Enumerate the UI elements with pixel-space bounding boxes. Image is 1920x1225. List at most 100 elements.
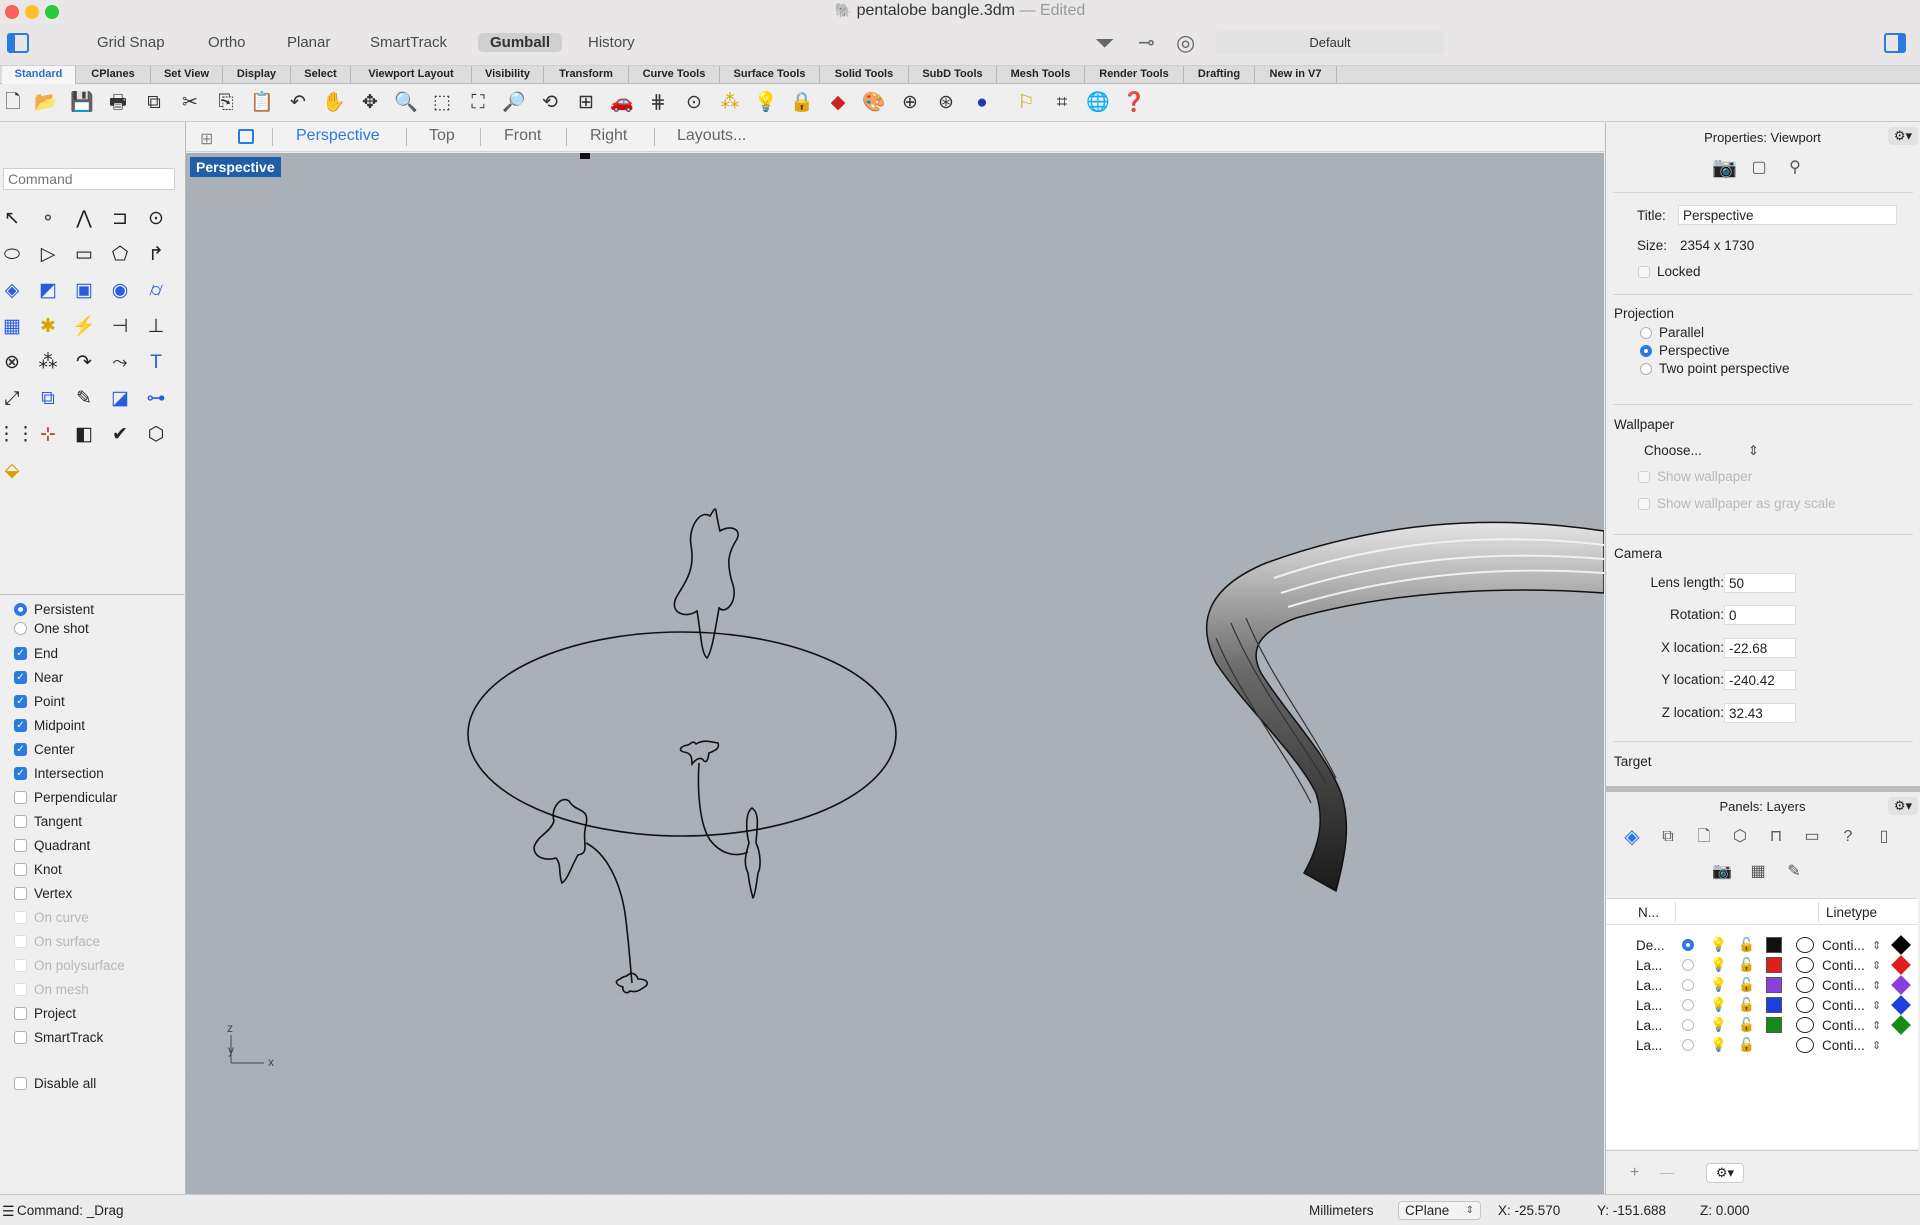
mesh-sphere-icon[interactable]: ⊛ [933,90,959,116]
projection-parallel[interactable]: Parallel [1640,325,1704,340]
tab-select[interactable]: Select [291,66,351,84]
solid-edit-icon[interactable]: ◪ [105,384,135,414]
layer-row[interactable]: La... 💡 🔓 Conti... ⇕ [1636,995,1911,1015]
units-label[interactable]: Millimeters [1309,1203,1374,1218]
material-diamond-icon[interactable] [1891,995,1911,1015]
mesh-icon[interactable]: ▦ [0,312,27,342]
unlocked-icon[interactable]: 🔓 [1738,957,1766,973]
tab-render-tools[interactable]: Render Tools [1085,66,1184,84]
box-icon[interactable]: ▣ [69,276,99,306]
add-layer-button[interactable]: + [1630,1164,1639,1182]
wireframe-sphere-icon[interactable]: ⊕ [897,90,923,116]
zoom-window-icon[interactable]: ⬚ [429,90,455,116]
polygon-icon[interactable]: ⬠ [105,240,135,270]
arc-icon[interactable]: ▷ [33,240,63,270]
tab-surface-tools[interactable]: Surface Tools [720,66,820,84]
layer-color-swatch[interactable] [1766,937,1782,953]
viewport-canvas[interactable]: z y x [186,153,1604,1194]
move-icon[interactable]: ⤢ [0,384,27,414]
lens-length-field[interactable]: 50 [1724,573,1796,593]
spotlight-icon[interactable]: ⚐ [1013,90,1039,116]
pan-hand-icon[interactable]: ✋ [321,90,347,116]
osnap-intersection[interactable]: ✓ Intersection [14,763,104,783]
display-tab-icon[interactable]: ▭ [1801,826,1823,848]
check-icon[interactable]: ✔ [105,420,135,450]
dimension-tools-icon[interactable]: ⬙ [0,456,27,486]
tab-subd-tools[interactable]: SubD Tools [909,66,997,84]
unlocked-icon[interactable]: 🔓 [1738,1037,1766,1053]
group-icon[interactable]: ⁂ [33,348,63,378]
unlocked-icon[interactable]: 🔓 [1738,1017,1766,1033]
tab-display[interactable]: Display [223,66,291,84]
render-sphere-icon[interactable]: ● [969,90,995,116]
bulb-on-icon[interactable]: 💡 [1710,1037,1738,1053]
print-color-icon[interactable] [1796,937,1814,953]
z-location-field[interactable]: 32.43 [1724,703,1796,723]
viewport-tab-layouts[interactable]: Layouts... [677,127,746,145]
osnap-center[interactable]: ✓ Center [14,739,75,759]
print-color-icon[interactable] [1796,1037,1814,1053]
ellipse-icon[interactable]: ⬭ [0,240,27,270]
layer-material-icon[interactable]: ◆ [825,90,851,116]
bulb-on-icon[interactable]: 💡 [1710,977,1738,993]
layer-color-swatch[interactable] [1766,1037,1782,1053]
fillet-icon[interactable]: ↷ [69,348,99,378]
cplane-dropdown[interactable]: CPlane ⇕ [1398,1201,1481,1220]
snap-points-icon[interactable]: ⁂ [717,90,743,116]
objects-tab-icon[interactable]: ⧉ [1657,826,1679,848]
osnap-project[interactable]: Project [14,1003,76,1023]
material-diamond-icon[interactable] [1891,975,1911,995]
unlocked-icon[interactable]: 🔓 [1738,977,1766,993]
osnap-smarttrack[interactable]: SmartTrack [14,1027,103,1047]
bulb-on-icon[interactable]: 💡 [1710,997,1738,1013]
tab-visibility[interactable]: Visibility [472,66,544,84]
curve-icon[interactable]: ⊐ [105,204,135,234]
layer-linetype[interactable]: Conti... [1822,978,1872,993]
current-layer-radio-icon[interactable] [1682,979,1694,991]
grid-array-icon[interactable]: ⋮⋮ [0,420,35,450]
new-file-icon[interactable]: 🗋 [0,90,26,116]
osnap-tangent[interactable]: Tangent [14,811,82,831]
current-layer-radio-icon[interactable] [1682,999,1694,1011]
filter-icon[interactable]: ⏷ [1095,30,1114,58]
viewport-layout-icon[interactable]: ⊞ [573,90,599,116]
layer-linetype[interactable]: Conti... [1822,1018,1872,1033]
osnap-knot[interactable]: Knot [14,859,62,879]
layer-color-swatch[interactable] [1766,997,1782,1013]
unlocked-icon[interactable]: 🔓 [1738,997,1766,1013]
viewport-tab-front[interactable]: Front [504,127,541,145]
globe-icon[interactable]: 🌐 [1085,90,1111,116]
select-arrow-icon[interactable]: ↖ [0,204,27,234]
four-viewports-icon[interactable]: ⊞ [200,129,213,149]
material-diamond-icon[interactable] [1891,955,1911,975]
dimension-ruler-icon[interactable]: ⊶ [141,384,171,414]
copy-icon[interactable]: ⎘ [213,90,239,116]
subd-icon[interactable]: ✱ [33,312,63,342]
tab-transform[interactable]: Transform [544,66,629,84]
snap-target-icon[interactable]: ⊸ [1138,30,1155,55]
car-render-icon[interactable]: 🚗 [609,90,635,116]
named-views-icon[interactable]: 📷 [1711,861,1733,883]
projection-two-point[interactable]: Two point perspective [1640,361,1790,376]
render-object-icon[interactable]: ⬡ [141,420,171,450]
osnap-midpoint[interactable]: ✓ Midpoint [14,715,85,735]
cylinder-icon[interactable]: ⌭ [141,276,171,306]
perspective-viewport[interactable]: z y x [186,153,1604,1194]
offset-icon[interactable]: ⤳ [105,348,135,378]
rectangle-icon[interactable]: ▭ [69,240,99,270]
document-tab-icon[interactable]: 🗋 [1693,826,1715,848]
paste-icon[interactable]: 📋 [249,90,275,116]
sphere-icon[interactable]: ◉ [105,276,135,306]
osnap-point[interactable]: ✓ Point [14,691,65,711]
osnap-disable-all[interactable]: Disable all [14,1073,96,1093]
osnap-perpendicular[interactable]: Perpendicular [14,787,117,807]
boolean-union-icon[interactable]: ⊗ [0,348,27,378]
viewport-tab-top[interactable]: Top [429,127,455,145]
panel-splitter[interactable] [1606,786,1920,792]
material-diamond-icon[interactable] [1891,1035,1911,1055]
layer-row[interactable]: La... 💡 🔓 Conti... ⇕ [1636,1035,1911,1055]
osnap-near[interactable]: ✓ Near [14,667,63,687]
osnap-circle-icon[interactable]: ◎ [1176,30,1195,56]
layers-gear-icon[interactable]: ⚙▾ [1888,797,1918,815]
layer-linetype[interactable]: Conti... [1822,958,1872,973]
